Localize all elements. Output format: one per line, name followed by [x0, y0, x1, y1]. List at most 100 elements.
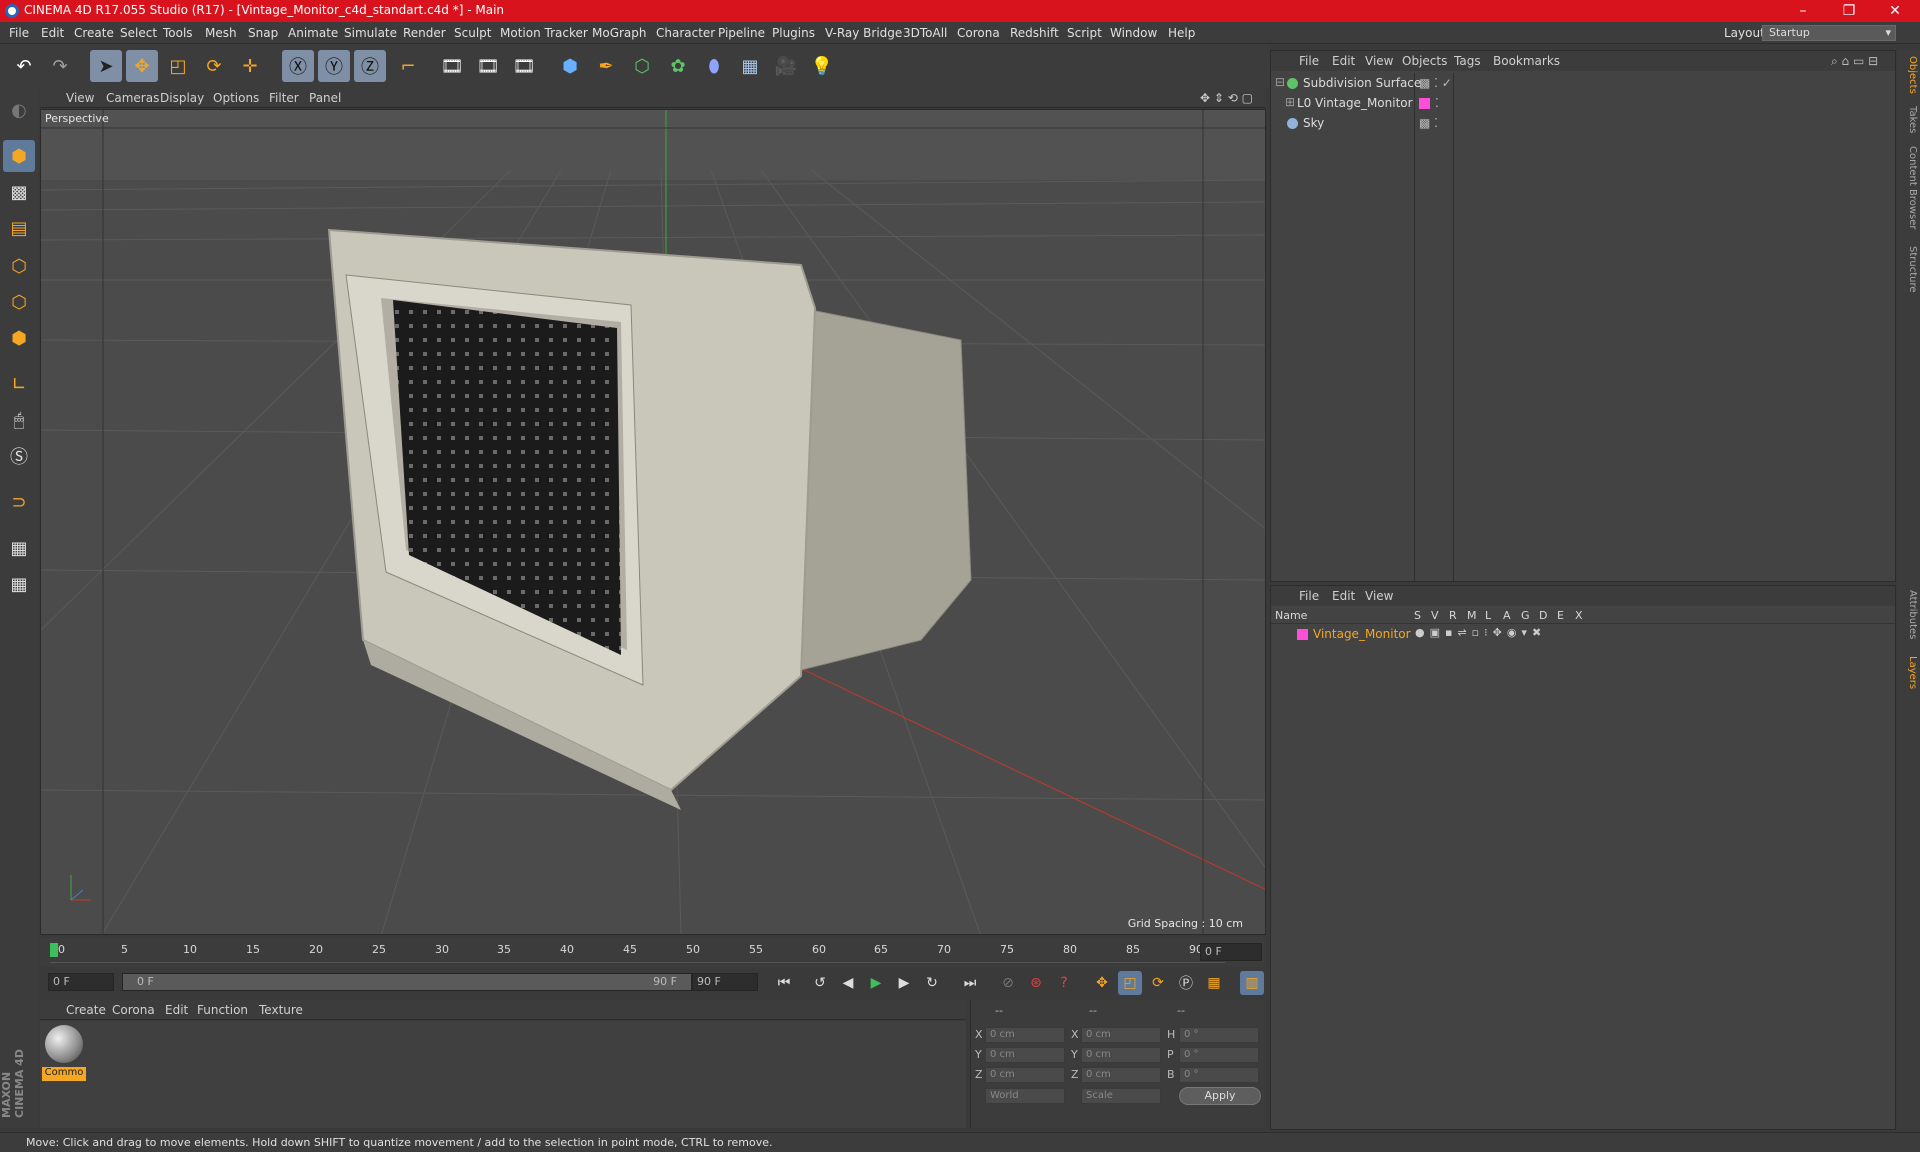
key-rotation-icon[interactable]: ⟳	[1146, 971, 1170, 995]
goto-end-icon[interactable]: ⏭	[958, 971, 982, 995]
edges-mode-icon[interactable]: ⬡	[3, 286, 35, 318]
y-axis-icon[interactable]: Ⓨ	[318, 50, 350, 82]
layer-menu-view[interactable]: View	[1365, 589, 1393, 603]
workplane-grid-icon[interactable]: ▦	[3, 568, 35, 600]
menu-pipeline[interactable]: Pipeline	[718, 26, 765, 40]
next-frame-icon[interactable]: ▶	[892, 971, 916, 995]
visibility-dots-icon[interactable]: ⁚	[1435, 96, 1439, 110]
menu-plugins[interactable]: Plugins	[772, 26, 815, 40]
layer-toggle-icons[interactable]: ●▣▪⇌▫⁝✥◉▾✖	[1415, 626, 1546, 639]
goto-start-icon[interactable]: ⏮	[772, 971, 796, 995]
menu-vray-bridge[interactable]: V-Ray Bridge	[825, 26, 902, 40]
material-menu-corona[interactable]: Corona	[112, 1003, 155, 1017]
menu-file[interactable]: File	[9, 26, 29, 40]
position-x-field[interactable]: 0 cm	[985, 1027, 1065, 1043]
object-row-subdivision-surface[interactable]: ⊟ Subdivision Surface ▩ ⁚ ✓	[1271, 75, 1895, 93]
cube-icon[interactable]: ⬢	[554, 50, 586, 82]
expand-icon[interactable]: ⊞	[1285, 95, 1295, 109]
viewport-nav-icons[interactable]: ✥ ⇕ ⟲ ▢	[1200, 91, 1253, 105]
menu-tools[interactable]: Tools	[163, 26, 193, 40]
key-position-icon[interactable]: ✥	[1090, 971, 1114, 995]
x-axis-icon[interactable]: Ⓧ	[282, 50, 314, 82]
tab-objects[interactable]: Objects	[1900, 56, 1918, 94]
menu-snap[interactable]: Snap	[248, 26, 278, 40]
viewport-menu-cameras[interactable]: Cameras	[106, 91, 159, 105]
light-icon[interactable]: 💡	[806, 50, 838, 82]
undo-icon[interactable]: ↶	[8, 50, 40, 82]
viewport-menu-options[interactable]: Options	[213, 91, 259, 105]
key-pla-icon[interactable]: ▦	[1202, 971, 1226, 995]
layer-tag-icon[interactable]: ▩ ⁚ ✓	[1419, 76, 1452, 90]
viewport-menu-panel[interactable]: Panel	[309, 91, 341, 105]
menu-character[interactable]: Character	[656, 26, 715, 40]
menu-mesh[interactable]: Mesh	[205, 26, 237, 40]
layout-select[interactable]: Startup ▾	[1762, 25, 1896, 41]
menu-motion-tracker[interactable]: Motion Tracker	[500, 26, 588, 40]
tweak-icon[interactable]: 🖱	[3, 404, 35, 436]
object-menu-view[interactable]: View	[1365, 54, 1393, 68]
camera-icon[interactable]: 🎥	[770, 50, 802, 82]
layer-color-swatch[interactable]	[1419, 98, 1430, 109]
menu-3dtoall[interactable]: 3DToAll	[903, 26, 947, 40]
material-menu-function[interactable]: Function	[197, 1003, 248, 1017]
key-scale-icon[interactable]: ◰	[1118, 971, 1142, 995]
coordinate-system-icon[interactable]: ⌐	[392, 50, 424, 82]
scale-mode-select[interactable]: Scale	[1081, 1088, 1161, 1104]
snap-icon[interactable]: Ⓢ	[3, 440, 35, 472]
tab-content-browser[interactable]: Content Browser	[1900, 146, 1918, 229]
tab-attributes[interactable]: Attributes	[1900, 590, 1918, 639]
viewport-menu-display[interactable]: Display	[160, 91, 204, 105]
points-mode-icon[interactable]: ⬡	[3, 250, 35, 282]
viewport-menu-view[interactable]: View	[66, 91, 94, 105]
search-icon[interactable]: ⌕ ⌂ ▭ ⊟	[1831, 54, 1878, 69]
object-menu-file[interactable]: File	[1299, 54, 1319, 68]
menu-sculpt[interactable]: Sculpt	[454, 26, 491, 40]
layer-color-swatch[interactable]	[1297, 629, 1308, 640]
object-menu-tags[interactable]: Tags	[1454, 54, 1481, 68]
size-x-field[interactable]: 0 cm	[1081, 1027, 1161, 1043]
timeline-window-icon[interactable]: ▥	[1240, 971, 1264, 995]
timeline-track[interactable]: 0 5 10 15 20 25 30 35 40 45 50 55 60 65 …	[50, 941, 1225, 963]
coordinate-mode-select[interactable]: World	[985, 1088, 1065, 1104]
z-axis-icon[interactable]: Ⓩ	[354, 50, 386, 82]
material-swatch[interactable]: Commo	[42, 1023, 86, 1081]
material-menu-texture[interactable]: Texture	[259, 1003, 303, 1017]
layer-menu-file[interactable]: File	[1299, 589, 1319, 603]
keyframe-help-icon[interactable]: ?	[1052, 971, 1076, 995]
apply-button[interactable]: Apply	[1179, 1087, 1261, 1105]
rotate-icon[interactable]: ⟳	[198, 50, 230, 82]
start-frame-field[interactable]: 0 F	[48, 973, 114, 991]
layer-tag-icon[interactable]: ▩ ⁚	[1419, 116, 1438, 130]
render-settings-icon[interactable]: 🎞	[508, 50, 540, 82]
workplane-icon[interactable]: ▤	[3, 212, 35, 244]
scale-icon[interactable]: ◰	[162, 50, 194, 82]
move-icon[interactable]: ✥	[126, 50, 158, 82]
viewport-menu-filter[interactable]: Filter	[269, 91, 299, 105]
deformer-icon[interactable]: ⬮	[698, 50, 730, 82]
restore-button[interactable]: ❐	[1826, 2, 1872, 20]
redo-icon[interactable]: ↷	[44, 50, 76, 82]
menu-redshift[interactable]: Redshift	[1010, 26, 1059, 40]
menu-script[interactable]: Script	[1067, 26, 1102, 40]
render-view-icon[interactable]: 🎞	[436, 50, 468, 82]
material-menu-edit[interactable]: Edit	[165, 1003, 188, 1017]
timeline-ruler[interactable]: 0 5 10 15 20 25 30 35 40 45 50 55 60 65 …	[40, 937, 1266, 967]
material-menu-create[interactable]: Create	[66, 1003, 106, 1017]
subdivision-surface-icon[interactable]: ⬡	[626, 50, 658, 82]
object-menu-objects[interactable]: Objects	[1402, 54, 1447, 68]
prev-key-icon[interactable]: ↺	[808, 971, 832, 995]
collapse-icon[interactable]: ⊟	[1275, 75, 1285, 89]
model-mode-icon[interactable]: ⬢	[3, 140, 35, 172]
tab-structure[interactable]: Structure	[1900, 246, 1918, 293]
menu-create[interactable]: Create	[74, 26, 114, 40]
texture-mode-icon[interactable]: ▩	[3, 176, 35, 208]
axis-icon[interactable]: ∟	[3, 368, 35, 400]
object-menu-edit[interactable]: Edit	[1332, 54, 1355, 68]
lock-workplane-icon[interactable]: ▦	[3, 532, 35, 564]
close-button[interactable]: ✕	[1872, 2, 1918, 20]
menu-edit[interactable]: Edit	[41, 26, 64, 40]
object-row-sky[interactable]: Sky ▩ ⁚	[1271, 115, 1895, 133]
auto-key-icon[interactable]: ⊛	[1024, 971, 1048, 995]
current-frame-field[interactable]: 0 F	[1200, 943, 1262, 961]
menu-simulate[interactable]: Simulate	[344, 26, 397, 40]
